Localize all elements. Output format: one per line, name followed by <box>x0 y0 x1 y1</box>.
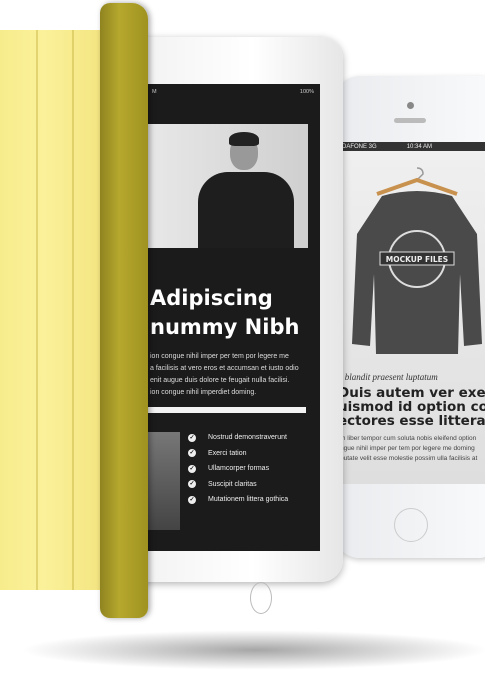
divider-bar <box>146 407 306 413</box>
status-time: M <box>152 89 157 95</box>
check-icon: ✓ <box>188 495 196 504</box>
checklist-label: Ullamcorper formas <box>208 465 270 473</box>
camera-icon <box>407 102 414 109</box>
checklist-item: ✓ Exerci tation <box>188 446 288 462</box>
device-shadow <box>20 630 485 670</box>
carrier: DAFONE 3G <box>342 143 377 150</box>
checklist-label: Nostrud demonstraverunt <box>208 434 287 442</box>
cover-spine <box>100 3 148 618</box>
checklist: ✓ Nostrud demonstraverunt ✓ Exerci tation … <box>188 430 288 508</box>
headline-line: Adipiscing <box>150 286 273 310</box>
checklist-item: ✓ Ullamcorper formas <box>188 461 288 477</box>
tablet-screen: M 100% Adipiscing nummy Nibh ion congue … <box>146 84 320 551</box>
phone-status-bar: DAFONE 3G 10:34 AM <box>340 142 485 151</box>
thumbnail-image <box>146 432 180 530</box>
tablet-body-text: ion congue nihil imper per tem por leger… <box>150 351 299 399</box>
checklist-label: Suscipit claritas <box>208 480 257 488</box>
headline-line: uismod id option cong <box>340 399 485 415</box>
headline-line: nummy Nibh <box>150 315 300 339</box>
phone-screen: DAFONE 3G 10:34 AM MOCKUP FILES i blandi… <box>340 142 485 484</box>
checklist-label: Mutationem littera gothica <box>208 496 289 504</box>
body-line: ion congue nihil imperdiet doming. <box>150 389 257 396</box>
time: 10:34 AM <box>406 143 433 150</box>
headline-line: Duis autem ver exerci. <box>340 385 485 401</box>
check-icon: ✓ <box>188 464 196 473</box>
body-line: ion congue nihil imper per tem por leger… <box>150 353 289 360</box>
checklist-label: Exerci tation <box>208 449 247 457</box>
speaker-grille <box>394 118 426 123</box>
phone-kicker: i blandit praesent luptatum <box>340 372 438 382</box>
checklist-item: ✓ Mutationem littera gothica <box>188 492 288 508</box>
phone-body-text: m liber tempor cum soluta nobis eleifend… <box>340 434 477 464</box>
tablet-status-bar: M 100% <box>146 84 320 100</box>
body-line: putate velit esse molestie possim ulla f… <box>340 455 478 462</box>
check-icon: ✓ <box>188 433 196 442</box>
body-line: enit augue duis dolore te feugait nulla … <box>150 377 290 384</box>
hero-photo <box>146 124 308 248</box>
phone-home-button[interactable] <box>394 508 428 542</box>
smart-cover <box>0 30 110 590</box>
checklist-item: ✓ Nostrud demonstraverunt <box>188 430 288 446</box>
checklist-item: ✓ Suscipit claritas <box>188 477 288 493</box>
body-line: a facilisis at vero eros et accumsan et … <box>150 365 299 372</box>
sweater-image: MOCKUP FILES <box>352 167 482 354</box>
tablet-headline: Adipiscing nummy Nibh <box>150 284 299 342</box>
body-line: m liber tempor cum soluta nobis eleifend… <box>340 435 477 442</box>
phone-headline: Duis autem ver exerci. uismod id option … <box>340 386 485 428</box>
sweater-logo: MOCKUP FILES <box>386 255 448 264</box>
phone-device: DAFONE 3G 10:34 AM MOCKUP FILES i blandi… <box>334 76 485 558</box>
check-icon: ✓ <box>188 480 196 489</box>
headline-line: ectores esse littera. <box>340 413 485 429</box>
battery-indicator: 100% <box>299 89 314 95</box>
body-line: ngue nihil imper per tem por legere me d… <box>340 445 475 452</box>
tablet-home-button[interactable] <box>250 582 272 614</box>
check-icon: ✓ <box>188 449 196 458</box>
